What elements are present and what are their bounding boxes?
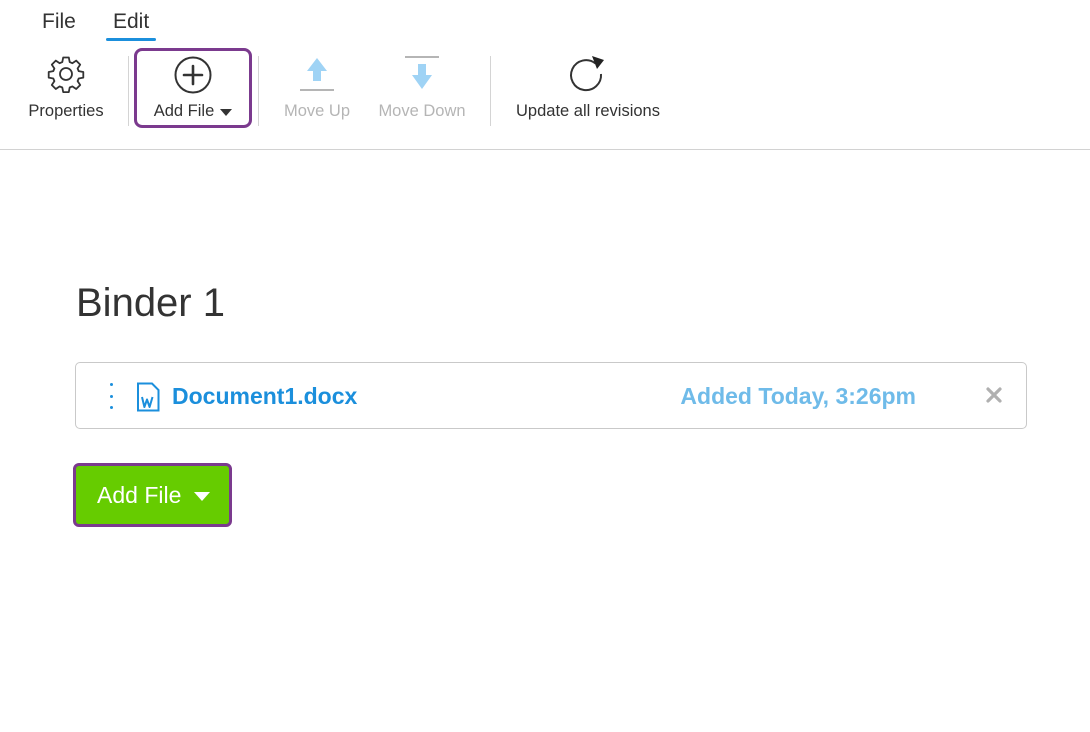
file-name-link[interactable]: Document1.docx [172,381,357,411]
add-file-label-row: Add File [154,100,233,122]
chevron-down-icon [194,491,211,501]
toolbar-add-file-button[interactable]: Add File [134,48,252,128]
page-title: Binder 1 [76,281,225,325]
plus-circle-icon [173,50,213,100]
update-all-revisions-button[interactable]: Update all revisions [508,48,668,130]
menu-file[interactable]: File [42,8,76,36]
move-down-label: Move Down [378,102,466,120]
add-file-button-label: Add File [97,482,182,508]
properties-label: Properties [28,102,104,120]
toolbar-divider [258,56,259,126]
move-down-button[interactable]: Move Down [372,48,472,130]
app-window: File Edit Properties Add File Move Up Mo… [0,0,1090,732]
add-file-button[interactable]: Add File [73,463,232,527]
toolbar-divider [128,56,129,126]
close-icon[interactable] [984,385,1004,405]
add-file-label: Add File [153,102,215,120]
toolbar-divider [490,56,491,126]
arrow-up-icon [297,48,337,100]
drag-handle-icon[interactable] [106,383,116,409]
chevron-down-icon [220,108,233,116]
refresh-icon [568,48,608,100]
menu-bar: File Edit [0,0,1090,44]
list-item: Document1.docx Added Today, 3:26pm [75,362,1027,429]
file-added-date: Added Today, 3:26pm [680,383,916,409]
toolbar: Properties Add File Move Up Move Down Up… [0,44,1090,150]
gear-icon [46,48,86,100]
arrow-down-icon [402,48,442,100]
menu-edit[interactable]: Edit [105,8,157,41]
update-all-revisions-label: Update all revisions [516,102,660,120]
word-document-icon [136,382,160,417]
properties-button[interactable]: Properties [22,48,110,130]
move-up-button[interactable]: Move Up [276,48,358,130]
move-up-label: Move Up [283,102,351,120]
